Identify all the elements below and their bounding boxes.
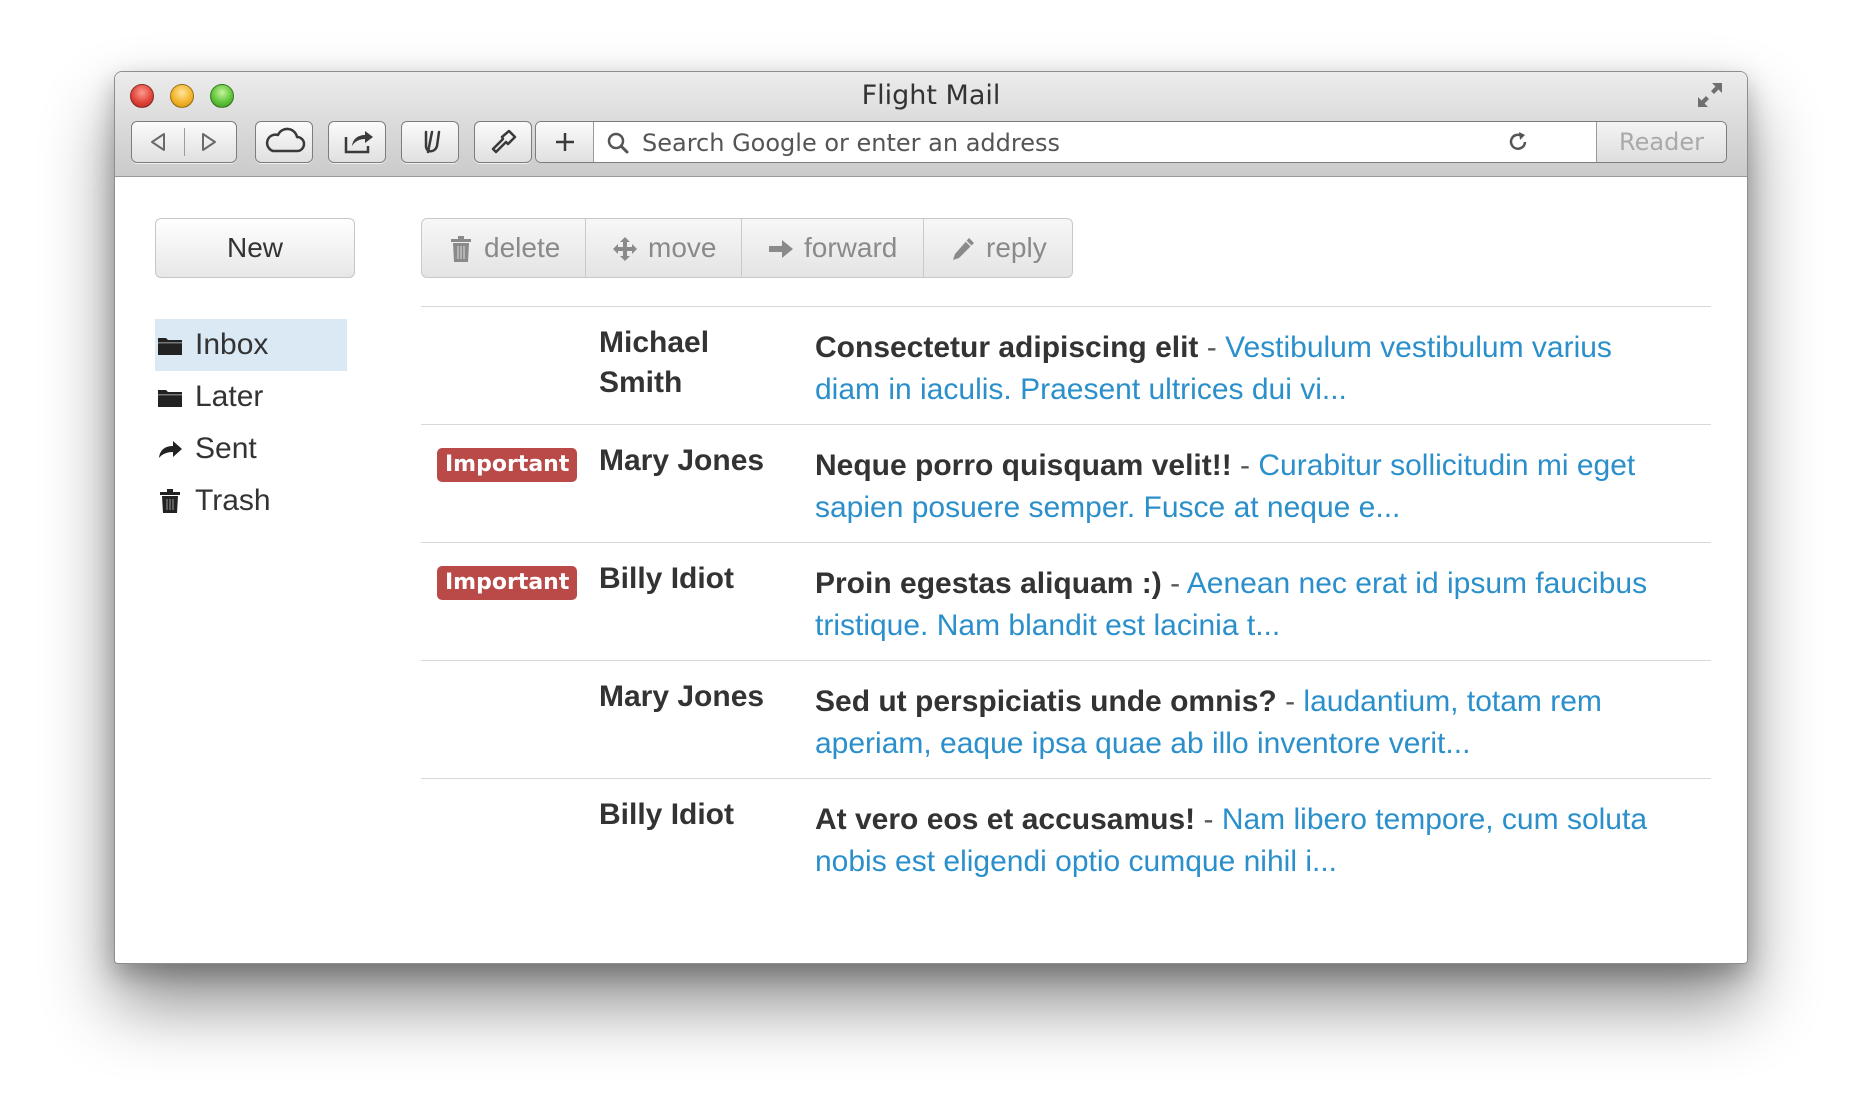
move-label: move [648,232,717,263]
move-button[interactable]: move [586,219,742,277]
message-row[interactable]: Mary Jones Sed ut perspiciatis unde omni… [421,660,1711,778]
readability-button[interactable] [401,121,459,163]
message-preview: Consectetur adipiscing elit - Vestibulum… [815,331,1612,406]
new-message-button[interactable]: New [155,218,355,278]
folder-label: Inbox [195,328,269,361]
message-preview: Sed ut perspiciatis unde omnis? - laudan… [815,685,1602,760]
share-button[interactable] [328,121,386,163]
mail-app: New Inbox Later Sent Trash delete move f… [115,177,1747,963]
reload-icon[interactable] [1506,130,1530,154]
trash-icon [451,236,471,262]
forward-nav-icon[interactable] [185,122,237,162]
message-list: Michael Smith Consectetur adipiscing eli… [421,306,1711,896]
address-bar: Reader [535,121,1727,163]
plus-icon [556,133,574,151]
address-input[interactable] [640,122,1544,162]
message-subject: Sed ut perspiciatis unde omnis? [815,685,1277,718]
message-subject: At vero eos et accusamus! [815,803,1196,836]
message-sender: Michael Smith [599,326,710,399]
reply-label: reply [986,232,1047,263]
share-arrow-icon [159,441,182,458]
trash-icon [160,489,180,513]
important-badge: Important [437,566,578,600]
arrow-right-icon [769,240,793,258]
folder-label: Trash [195,484,271,517]
forward-label: forward [804,232,898,263]
pencil-icon [953,238,974,260]
folder-item-sent[interactable]: Sent [155,423,347,475]
important-badge: Important [437,448,578,482]
cloud-icon [265,127,306,153]
message-sender: Billy Idiot [599,562,734,595]
delete-button[interactable]: delete [422,219,586,277]
message-sender: Mary Jones [599,444,765,477]
folder-item-trash[interactable]: Trash [155,475,347,527]
message-subject: Consectetur adipiscing elit [815,331,1199,364]
share-icon [344,131,373,154]
folder-item-inbox[interactable]: Inbox [155,319,347,371]
forward-button[interactable]: forward [742,219,924,277]
message-subject: Proin egestas aliquam :) [815,567,1162,600]
back-forward-buttons [131,121,237,163]
message-row[interactable]: Michael Smith Consectetur adipiscing eli… [421,306,1711,424]
readability-icon [424,130,441,154]
folder-label: Later [195,380,264,413]
message-sender: Billy Idiot [599,798,734,831]
move-arrows-icon [613,237,637,261]
message-row[interactable]: Important Billy Idiot Proin egestas aliq… [421,542,1711,660]
fullscreen-icon[interactable] [1695,80,1725,110]
message-actions-toolbar: delete move forward reply [421,218,1073,278]
1password-button[interactable] [474,121,532,163]
delete-label: delete [484,232,561,263]
back-icon[interactable] [132,122,184,162]
add-bookmark-button[interactable] [536,122,594,162]
reply-button[interactable]: reply [924,219,1072,277]
folder-icon [158,390,182,407]
reader-button[interactable]: Reader [1596,122,1726,162]
browser-window: Flight Mail Search Google or enter an ad… [114,71,1748,964]
message-subject: Neque porro quisquam velit!! [815,449,1232,482]
folder-icon [158,338,182,355]
message-preview: Neque porro quisquam velit!! - Curabitur… [815,449,1636,524]
key-icon [491,129,517,154]
folder-list: Inbox Later Sent Trash [155,319,347,527]
message-row[interactable]: Billy Idiot At vero eos et accusamus! - … [421,778,1711,896]
window-title: Flight Mail [861,80,1001,111]
message-preview: At vero eos et accusamus! - Nam libero t… [815,803,1647,878]
message-preview: Proin egestas aliquam :) - Aenean nec er… [815,567,1648,642]
title-bar: Flight Mail Search Google or enter an ad… [115,72,1747,177]
search-icon [607,132,629,154]
message-row[interactable]: Important Mary Jones Neque porro quisqua… [421,424,1711,542]
icloud-tabs-button[interactable] [255,121,313,163]
message-sender: Mary Jones [599,680,765,713]
folder-label: Sent [195,432,257,465]
folder-item-later[interactable]: Later [155,371,347,423]
